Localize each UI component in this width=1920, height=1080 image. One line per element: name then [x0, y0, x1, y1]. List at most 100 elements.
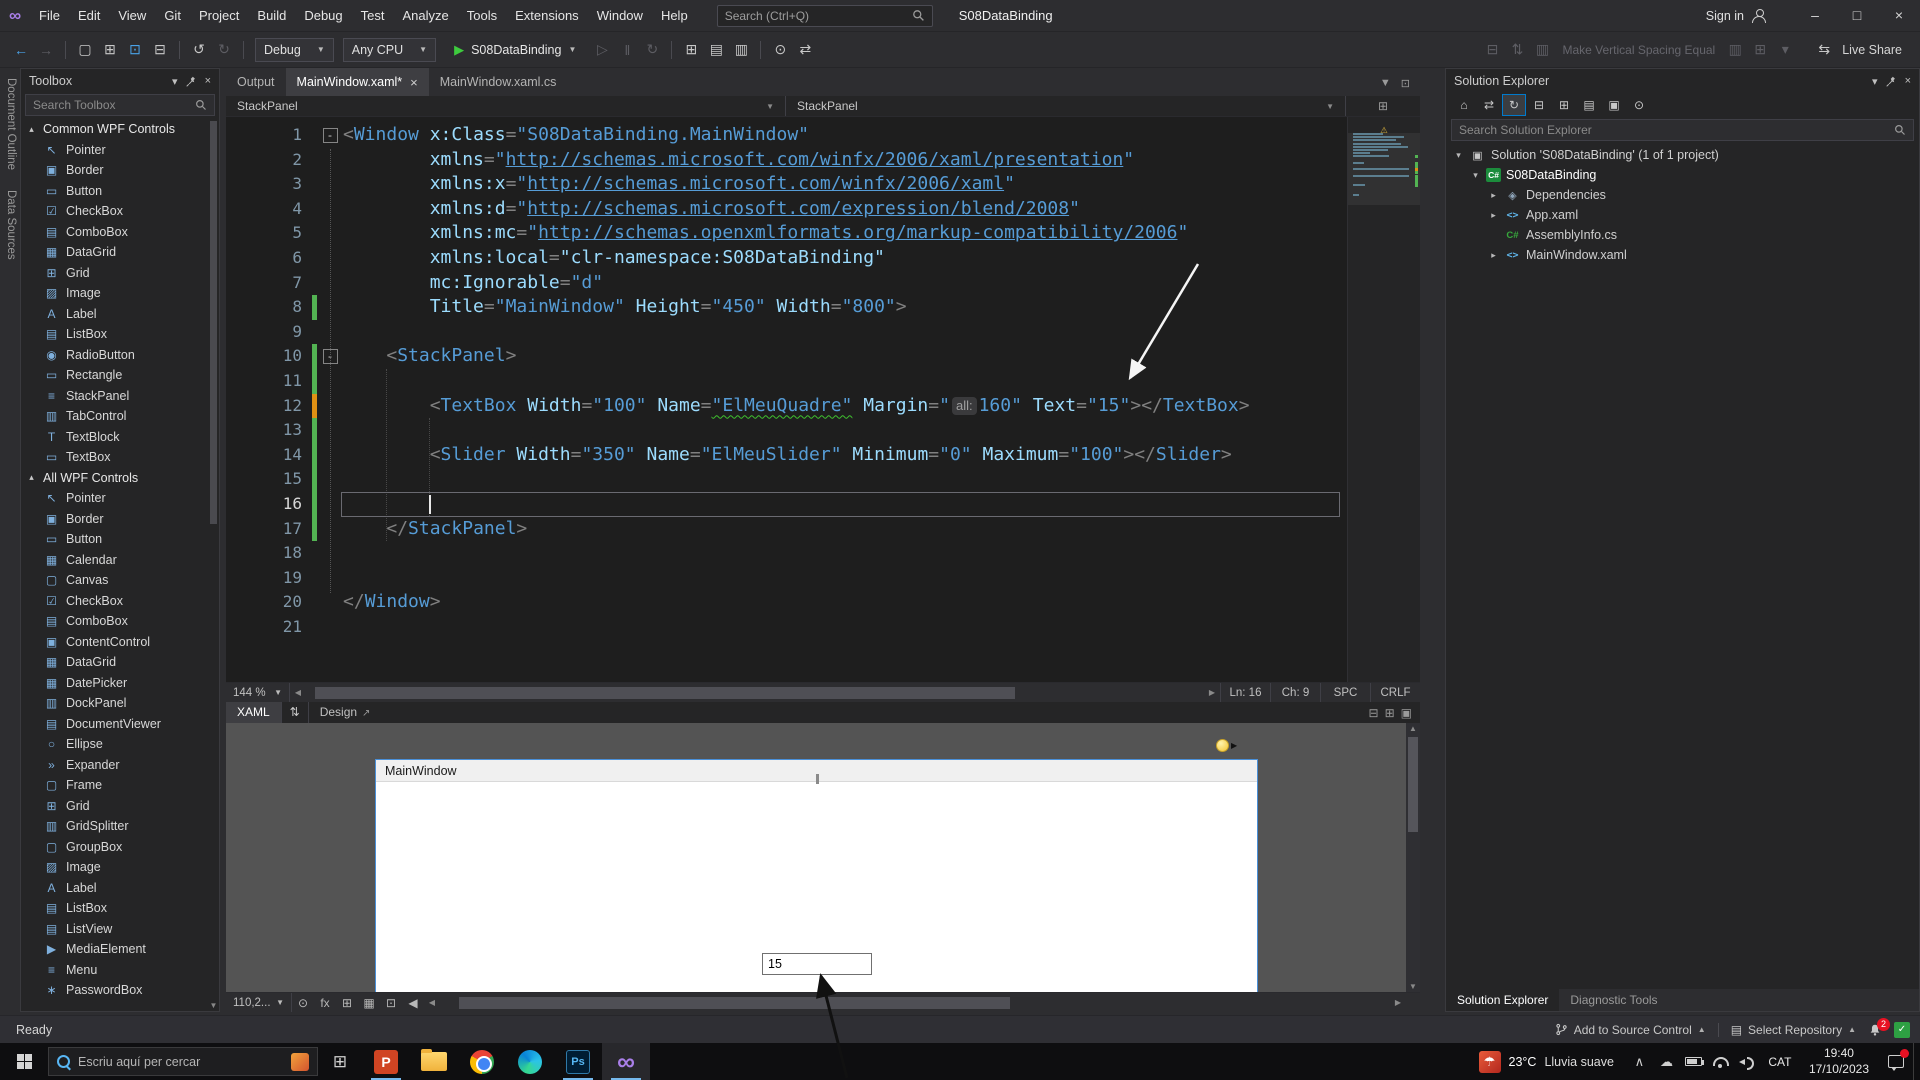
toolbox-item[interactable]: A Label [21, 878, 219, 899]
toolbox-item[interactable]: ▦ DataGrid [21, 652, 219, 673]
menu-item[interactable]: Edit [69, 0, 109, 31]
solution-search-input[interactable]: Search Solution Explorer [1451, 119, 1914, 141]
menu-item[interactable]: Test [352, 0, 394, 31]
select-repository-button[interactable]: ▤ Select Repository ▲ [1731, 1023, 1856, 1037]
chevron-down-icon[interactable]: ▾ [1872, 75, 1878, 88]
close-icon[interactable]: × [1905, 75, 1911, 87]
restart-icon[interactable]: ↻ [641, 38, 663, 62]
tree-item[interactable]: ▸ <> App.xaml [1446, 205, 1919, 225]
menu-item[interactable]: Extensions [506, 0, 588, 31]
scroll-left-arrow-icon[interactable]: ◀ [290, 688, 306, 697]
start-without-debugging-icon[interactable]: ▷ [591, 38, 613, 62]
platform-dropdown[interactable]: Any CPU▼ [343, 38, 436, 62]
toolbox-item[interactable]: ▤ ComboBox [21, 222, 219, 243]
code-line[interactable]: 11 [226, 369, 1420, 394]
menu-item[interactable]: Git [155, 0, 190, 31]
design-horizontal-scrollbar[interactable]: ◀ ▶ [424, 993, 1406, 1012]
taskbar-app-photoshop[interactable]: Ps [554, 1043, 602, 1080]
design-vertical-scrollbar[interactable]: ▲ ▼ [1406, 723, 1420, 992]
taskbar-app-edge[interactable] [506, 1043, 554, 1080]
design-zoom-fit-icon[interactable]: ⊙ [292, 996, 314, 1010]
indent-mode-indicator[interactable]: SPC [1320, 683, 1370, 703]
menu-item[interactable]: Project [190, 0, 248, 31]
onedrive-icon[interactable]: ☁ [1653, 1043, 1680, 1080]
save-icon[interactable]: ⊡ [124, 38, 146, 62]
toolbox-item[interactable]: ▣ Border [21, 509, 219, 530]
taskbar-app-file-explorer[interactable] [410, 1043, 458, 1080]
close-icon[interactable]: × [410, 75, 418, 90]
separator[interactable] [179, 41, 180, 59]
tree-expander-icon[interactable]: ▸ [1488, 250, 1499, 261]
hidden-icons-chevron-icon[interactable]: ∧ [1626, 1043, 1653, 1080]
toolbox-item[interactable]: ▤ ComboBox [21, 611, 219, 632]
code-line[interactable]: 20</Window> [226, 590, 1420, 615]
tool-window-tab[interactable]: Diagnostic Tools [1559, 989, 1668, 1011]
code-line[interactable]: 3 xmlns:x="http://schemas.microsoft.com/… [226, 172, 1420, 197]
document-tab[interactable]: MainWindow.xaml* × [286, 68, 429, 96]
switch-views-icon[interactable]: ⇄ [1478, 95, 1500, 115]
menu-item[interactable]: Window [588, 0, 652, 31]
toolbox-item[interactable]: ▢ Frame [21, 775, 219, 796]
code-editor[interactable]: 1-<Window x:Class="S08DataBinding.MainWi… [226, 117, 1420, 682]
horizontal-scrollbar[interactable]: ◀ ▶ [290, 683, 1220, 702]
side-tab[interactable]: Document Outline [0, 76, 20, 172]
tab-options-icon[interactable]: ⊡ [1401, 77, 1410, 90]
grid-tool-icon[interactable]: ⊞ [680, 38, 702, 62]
scroll-right-arrow-icon[interactable]: ▶ [1204, 688, 1220, 697]
code-line[interactable]: 9 [226, 320, 1420, 345]
start-debugging-button[interactable]: ▶ S08DataBinding ▼ [445, 38, 585, 62]
layout-grid-icon[interactable]: ⊞ [1749, 38, 1771, 62]
toolbox-item[interactable]: ▤ ListView [21, 919, 219, 940]
toolbox-search-input[interactable]: Search Toolbox [25, 94, 215, 116]
code-line[interactable]: 8 Title="MainWindow" Height="450" Width=… [226, 295, 1420, 320]
side-tab[interactable]: Data Sources [0, 188, 20, 262]
battery-icon[interactable] [1680, 1043, 1707, 1080]
split-editor-button[interactable]: ⊞ [1346, 96, 1420, 116]
minimap-scrollbar[interactable]: ⚠ [1347, 117, 1420, 682]
toolbox-item[interactable]: ▤ DocumentViewer [21, 714, 219, 735]
network-icon[interactable] [1707, 1043, 1734, 1080]
more-tools-chevron-icon[interactable]: ▾ [1774, 38, 1796, 62]
align-tool-icon[interactable]: ⊟ [1481, 38, 1503, 62]
scroll-down-arrow-icon[interactable]: ▼ [209, 1001, 218, 1010]
navigate-back-icon[interactable]: ← [10, 38, 32, 62]
toolbox-item[interactable]: ⊞ Grid [21, 263, 219, 284]
toolbox-item[interactable]: ▨ Image [21, 283, 219, 304]
undo-icon[interactable]: ↺ [188, 38, 210, 62]
properties-icon[interactable]: ▣ [1603, 95, 1625, 115]
toolbox-item[interactable]: ▥ DockPanel [21, 693, 219, 714]
tree-expander-icon[interactable]: ▾ [1470, 170, 1481, 181]
code-line[interactable]: 4 xmlns:d="http://schemas.microsoft.com/… [226, 197, 1420, 222]
vertical-spacing-icon[interactable]: ⇅ [1506, 38, 1528, 62]
toolbox-item[interactable]: ▭ Button [21, 529, 219, 550]
code-line[interactable]: 13 [226, 418, 1420, 443]
maximize-button[interactable]: □ [1836, 0, 1878, 31]
toolbox-item[interactable]: ⊞ Grid [21, 796, 219, 817]
debug-configuration-dropdown[interactable]: Debug▼ [255, 38, 334, 62]
new-project-icon[interactable]: ▢ [74, 38, 96, 62]
fold-collapse-icon[interactable]: - [323, 128, 338, 143]
menu-item[interactable]: Analyze [393, 0, 457, 31]
tab-design[interactable]: Design↗ [309, 702, 382, 723]
toolbox-item[interactable]: ▦ Calendar [21, 550, 219, 571]
refresh-icon[interactable]: ↻ [1503, 95, 1525, 115]
menu-item[interactable]: Help [652, 0, 697, 31]
code-line[interactable]: 7 mc:Ignorable="d" [226, 271, 1420, 296]
toolbox-item[interactable]: ▭ Rectangle [21, 365, 219, 386]
toolbox-item[interactable]: ▣ Border [21, 160, 219, 181]
toolbox-item[interactable]: ▦ DataGrid [21, 242, 219, 263]
code-line[interactable]: 19 [226, 566, 1420, 591]
tool-window-tab[interactable]: Solution Explorer [1446, 989, 1559, 1011]
design-show-grid-icon[interactable]: ⊞ [336, 996, 358, 1010]
toolbox-item[interactable]: ≡ Menu [21, 960, 219, 981]
save-all-icon[interactable]: ⊟ [149, 38, 171, 62]
toolbox-item[interactable]: ◉ RadioButton [21, 345, 219, 366]
toolbox-item[interactable]: T TextBlock [21, 427, 219, 448]
show-desktop-button[interactable] [1913, 1043, 1920, 1080]
breadcrumb-right[interactable]: StackPanel ▼ [786, 96, 1346, 116]
breadcrumb-left[interactable]: StackPanel ▼ [226, 96, 786, 116]
scroll-left-arrow-icon[interactable]: ◀ [424, 998, 440, 1007]
menu-item[interactable]: Tools [458, 0, 506, 31]
scrollbar-thumb[interactable] [1408, 737, 1418, 832]
navigate-forward-icon[interactable]: → [35, 38, 57, 62]
